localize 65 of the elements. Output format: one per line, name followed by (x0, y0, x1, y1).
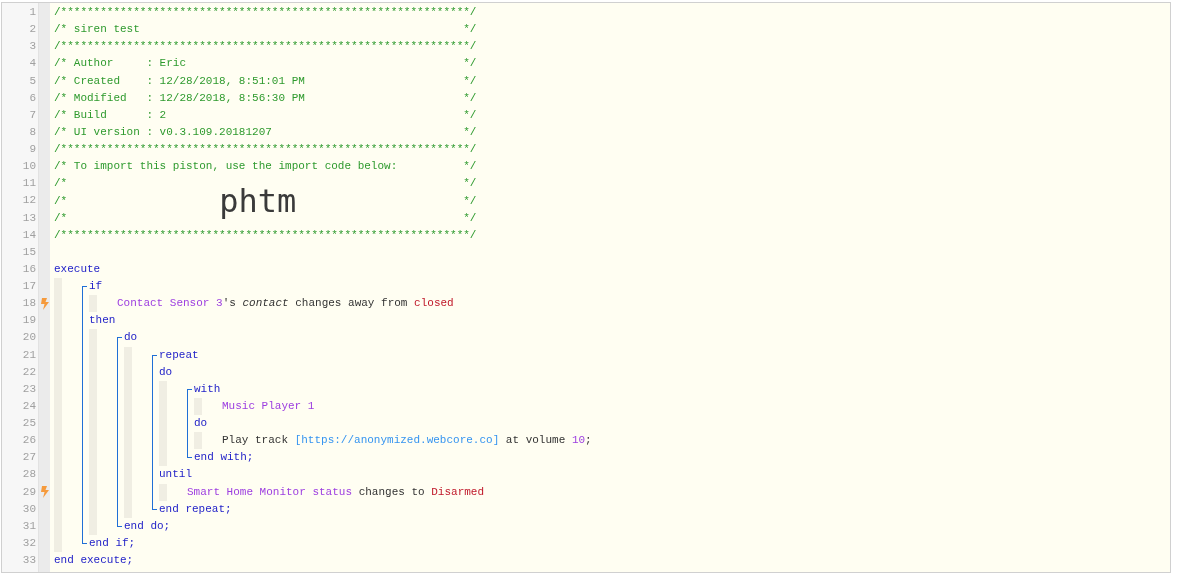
code-line: end execute; (54, 553, 134, 568)
code-line: if (89, 279, 103, 294)
line-number: 30 (22, 501, 37, 517)
code-line: Play track [https://anonymized.webcore.co] at volume 10; (222, 433, 592, 449)
line-number: 21 (22, 347, 37, 363)
block-bracket (187, 388, 192, 459)
code-line: end repeat; (159, 501, 232, 517)
line-number: 5 (29, 73, 37, 89)
line-number: 6 (29, 90, 37, 106)
line-number: 8 (29, 124, 37, 140)
line-number: 20 (22, 330, 37, 346)
comment-line: /* To import this piston, use the import code below: */ (54, 159, 477, 175)
line-number: 28 (22, 467, 37, 483)
line-number: 18 (22, 296, 37, 312)
line-number: 13 (22, 210, 37, 226)
line-number: 32 (22, 535, 37, 551)
line-number: 4 (29, 56, 37, 72)
line-number: 24 (22, 398, 37, 414)
line-number: 14 (22, 227, 37, 243)
code-line: Smart Home Monitor status changes to Disarmed (187, 484, 485, 500)
code-line: end with; (194, 450, 254, 466)
comment-line: /* UI version : v0.3.109.20181207 */ (54, 124, 477, 140)
line-number: 10 (22, 159, 37, 175)
line-number: 15 (22, 244, 37, 260)
comment-line: /* Modified : 12/28/2018, 8:56:30 PM */ (54, 90, 477, 106)
comment-line: /**************************************************************/ (54, 142, 477, 157)
code-line: do (159, 364, 173, 380)
line-number: 17 (22, 279, 37, 294)
line-number: 23 (22, 381, 37, 397)
line-number: 19 (22, 313, 37, 329)
code-line: Music Player 1 (222, 398, 315, 414)
code-line: do (124, 330, 138, 346)
code-line: execute (54, 261, 101, 277)
code-line: until (159, 467, 192, 483)
comment-line: /* Created : 12/28/2018, 8:51:01 PM */ (54, 73, 477, 89)
line-number: 25 (22, 416, 37, 431)
comment-line: /**************************************************************/ (54, 227, 477, 243)
code-line: repeat (159, 347, 199, 363)
code-line: end if; (89, 535, 136, 551)
comment-line: /* Build : 2 */ (54, 107, 477, 123)
comment-line: /* siren test */ (54, 22, 477, 38)
code-line: then (89, 313, 116, 329)
line-number: 7 (29, 107, 37, 123)
code-line: do (194, 416, 208, 431)
line-number: 1 (29, 5, 37, 20)
line-number: 27 (22, 450, 37, 466)
comment-mark: */ (463, 194, 477, 207)
line-number: 2 (29, 22, 37, 38)
line-number: 9 (29, 142, 37, 157)
code-line: Contact Sensor 3's contact changes away from closed (117, 296, 454, 312)
comment-mark: /* (54, 194, 68, 207)
code-line: end do; (124, 518, 171, 534)
line-number: 22 (22, 364, 37, 380)
comment-line: /**************************************************************/ (54, 5, 477, 20)
line-number: 31 (22, 518, 37, 534)
line-number: 3 (29, 39, 37, 55)
code-line: with (194, 381, 221, 397)
comment-line: /* Author : Eric */ (54, 56, 477, 72)
line-number: 11 (22, 176, 37, 192)
line-number: 33 (22, 553, 37, 568)
line-number: 12 (22, 193, 37, 209)
line-number: 29 (22, 484, 37, 500)
line-number: 26 (22, 433, 37, 449)
comment-line: /**************************************************************/ (54, 39, 477, 55)
line-number: 16 (22, 261, 37, 277)
